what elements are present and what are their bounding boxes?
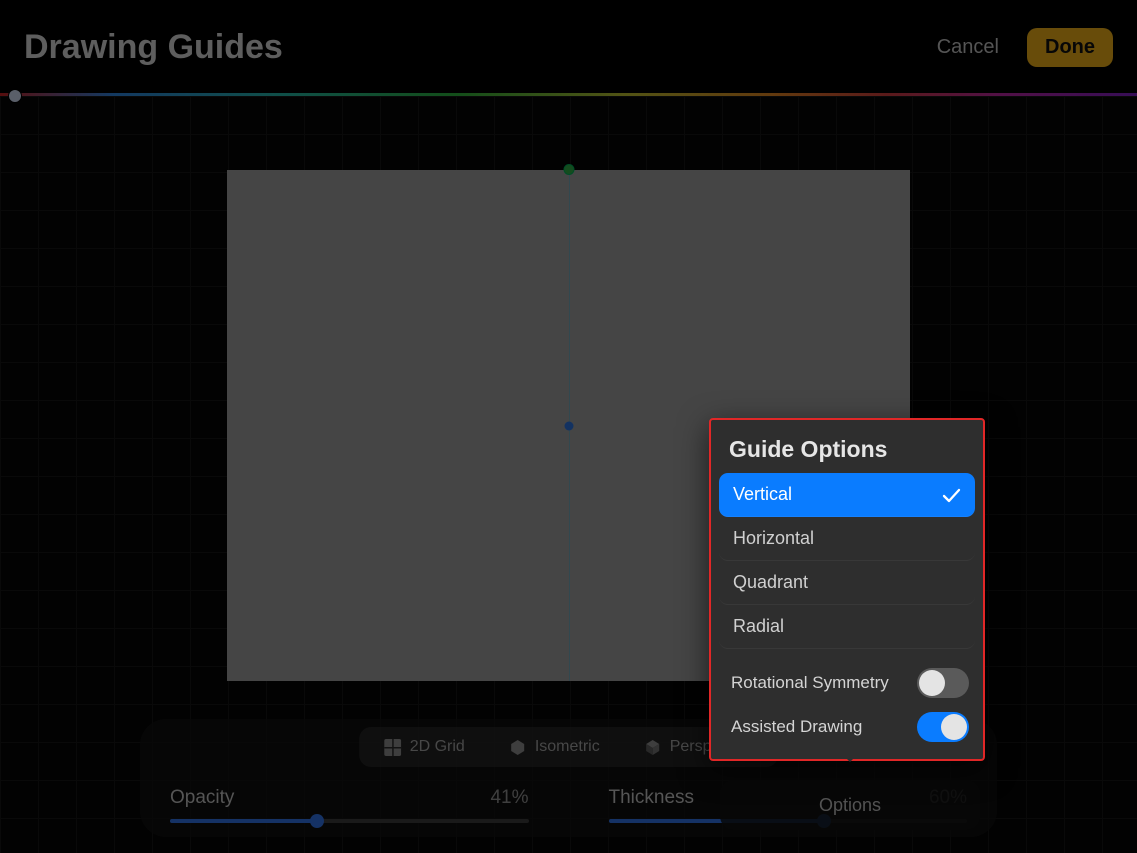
option-radial-label: Radial: [733, 616, 784, 637]
option-radial[interactable]: Radial: [719, 605, 975, 649]
opacity-label: Opacity: [170, 787, 234, 809]
popover-title: Guide Options: [717, 428, 977, 473]
option-quadrant[interactable]: Quadrant: [719, 561, 975, 605]
page-title: Drawing Guides: [24, 28, 283, 67]
hue-slider-track[interactable]: [0, 93, 1137, 96]
guide-center-handle[interactable]: [564, 421, 573, 430]
opacity-value: 41%: [490, 787, 528, 809]
assisted-drawing-row: Assisted Drawing: [717, 705, 977, 749]
thickness-label: Thickness: [609, 787, 695, 809]
hue-slider-handle[interactable]: [8, 89, 22, 103]
rotational-symmetry-toggle[interactable]: [917, 668, 969, 698]
opacity-slider[interactable]: Opacity 41%: [170, 787, 529, 823]
check-icon: [941, 485, 961, 505]
option-horizontal[interactable]: Horizontal: [719, 517, 975, 561]
mode-2d-grid[interactable]: 2D Grid: [362, 730, 487, 764]
header: Drawing Guides Cancel Done: [0, 0, 1137, 94]
guide-top-handle[interactable]: [563, 164, 574, 175]
options-button[interactable]: Options: [819, 795, 881, 816]
option-quadrant-label: Quadrant: [733, 572, 808, 593]
option-vertical-label: Vertical: [733, 484, 792, 505]
assisted-drawing-toggle[interactable]: [917, 712, 969, 742]
guide-options-popover: Guide Options Vertical Horizontal Quadra…: [709, 418, 985, 761]
option-horizontal-label: Horizontal: [733, 528, 814, 549]
assisted-drawing-label: Assisted Drawing: [731, 717, 862, 737]
mode-isometric-label: Isometric: [535, 738, 600, 756]
opacity-track[interactable]: [170, 819, 529, 823]
rotational-symmetry-label: Rotational Symmetry: [731, 673, 889, 693]
rotational-symmetry-row: Rotational Symmetry: [717, 661, 977, 705]
isometric-icon: [509, 739, 526, 756]
cancel-button[interactable]: Cancel: [937, 36, 999, 59]
perspective-icon: [644, 739, 661, 756]
done-button[interactable]: Done: [1027, 28, 1113, 67]
grid-icon: [384, 739, 401, 756]
mode-isometric[interactable]: Isometric: [487, 730, 622, 764]
options-button-container: Options: [720, 780, 980, 830]
option-vertical[interactable]: Vertical: [719, 473, 975, 517]
mode-2d-grid-label: 2D Grid: [410, 738, 465, 756]
opacity-thumb[interactable]: [310, 814, 324, 828]
